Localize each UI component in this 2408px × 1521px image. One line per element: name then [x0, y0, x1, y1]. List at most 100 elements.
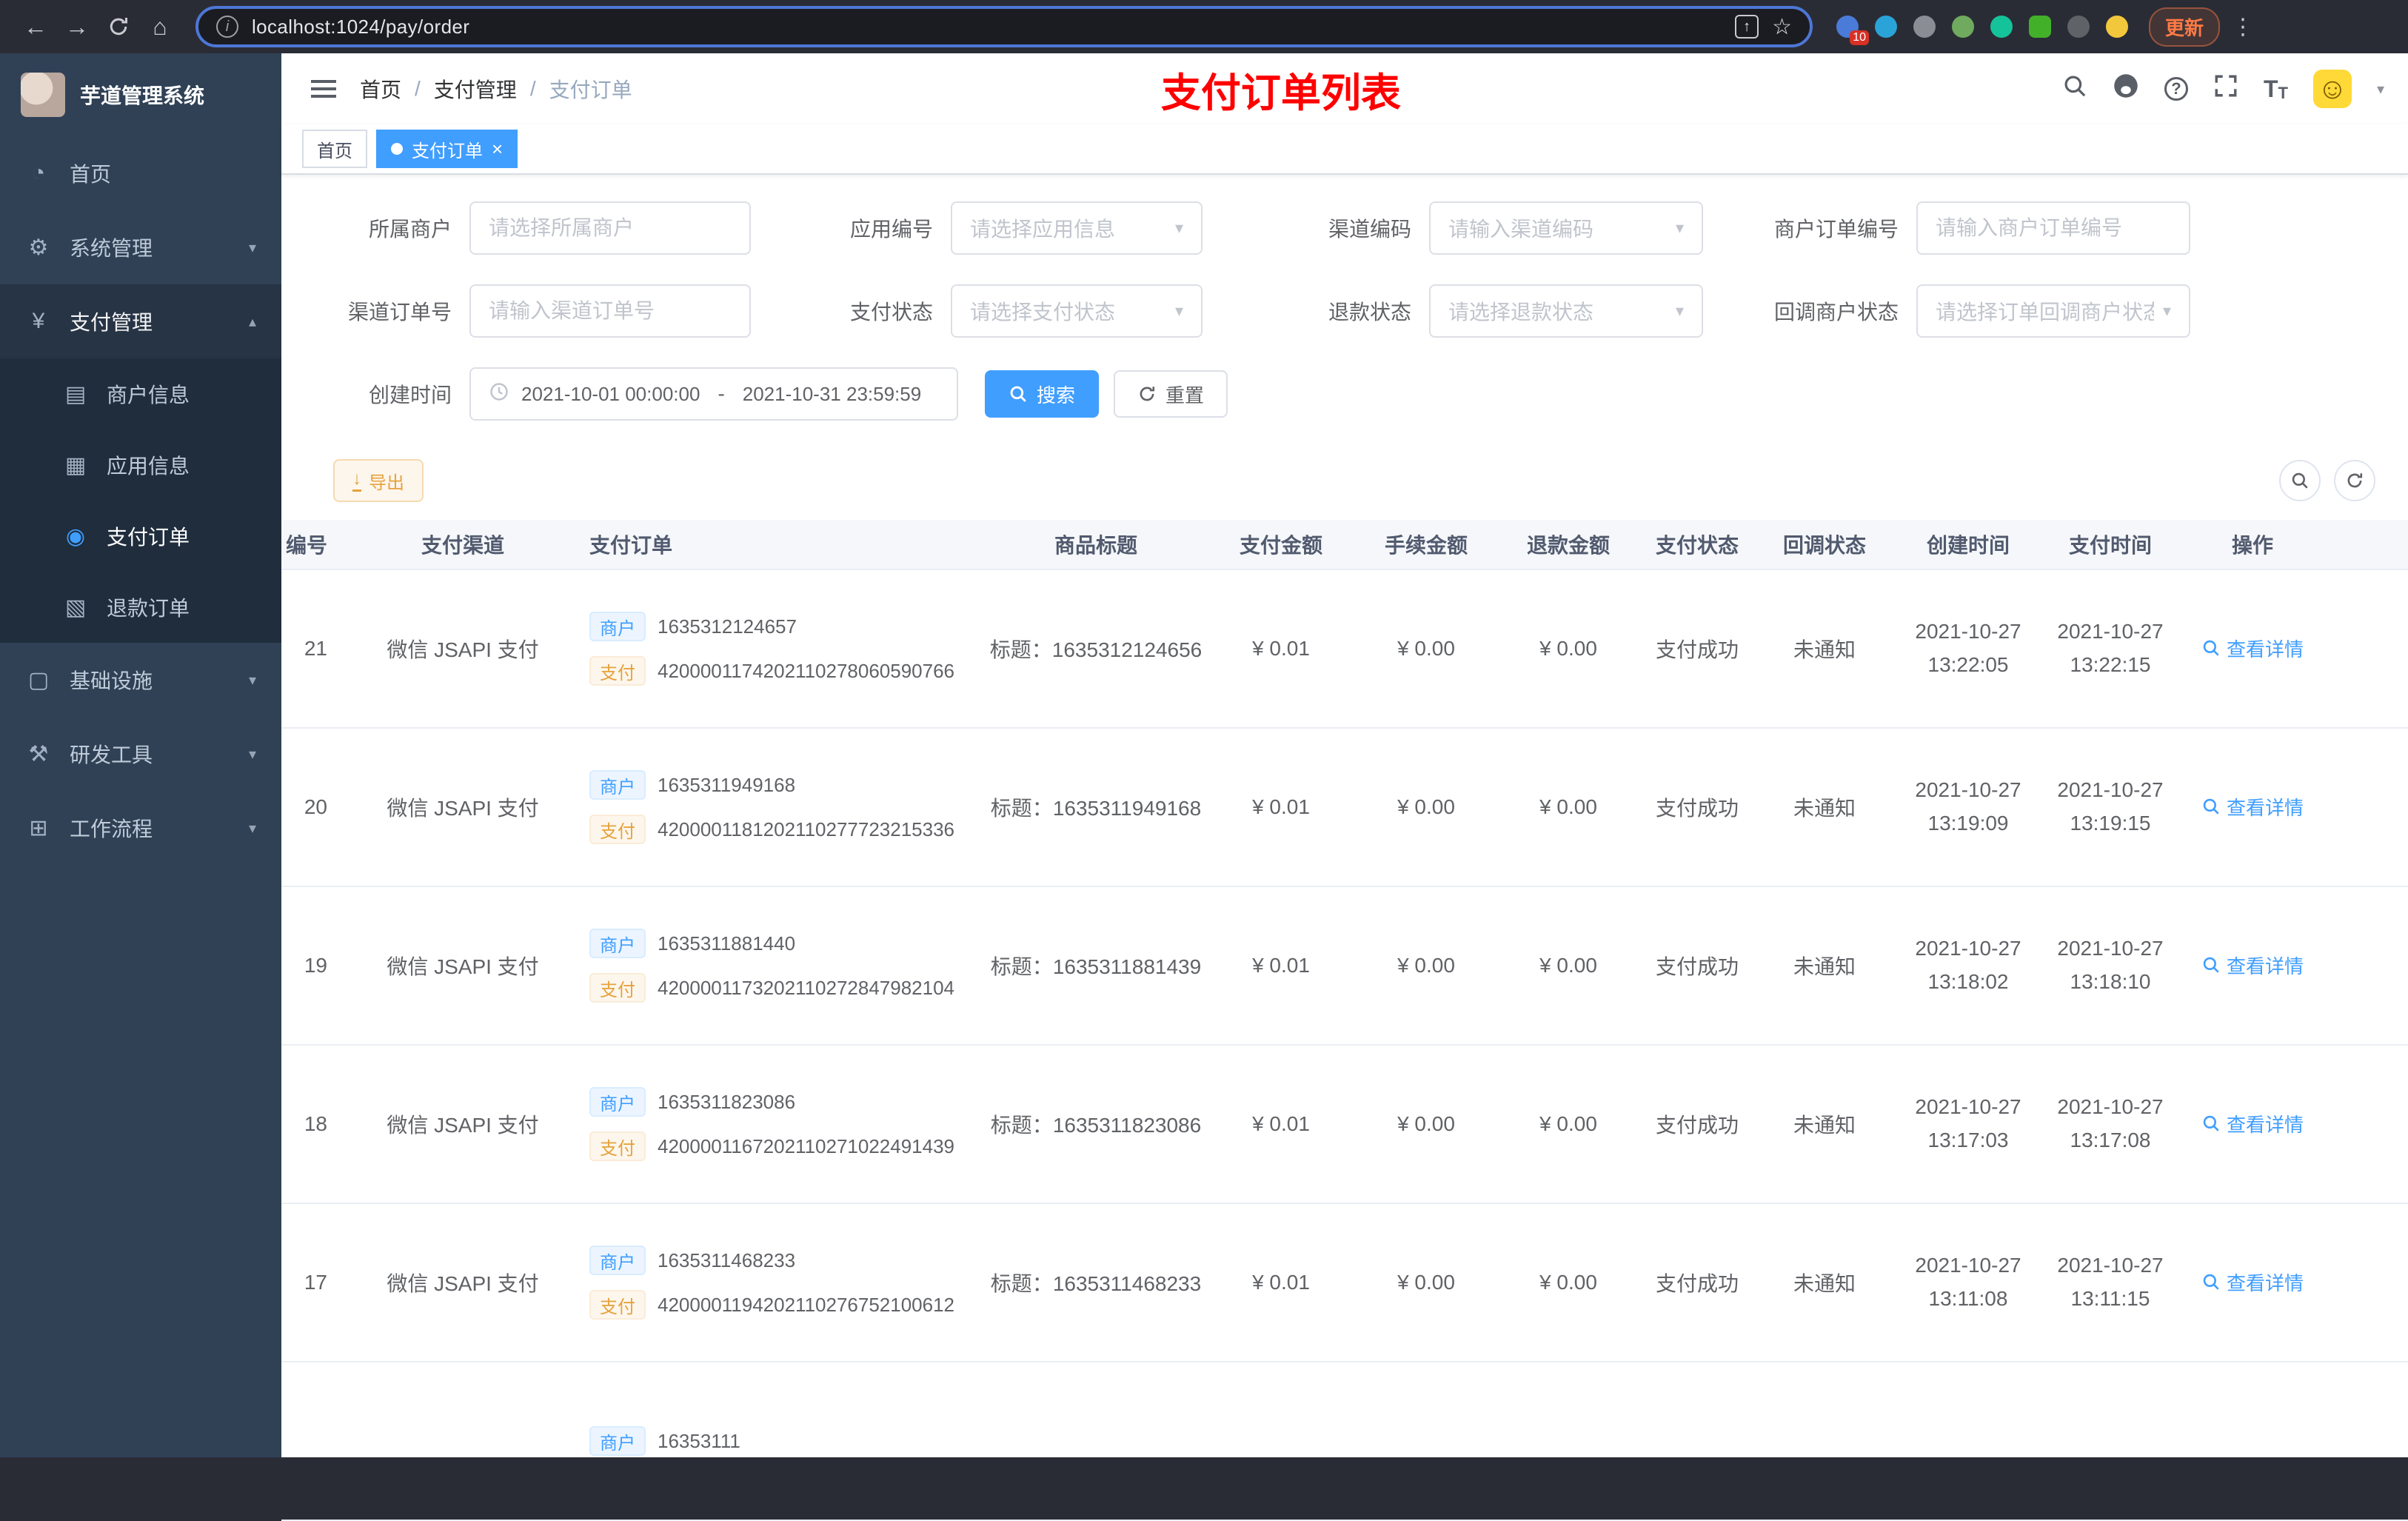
- notify-status-select[interactable]: 请选择订单回调商户状态 ▾: [1916, 284, 2190, 338]
- col-amount: 支付金额: [1239, 534, 1322, 557]
- merchant-order-no-input[interactable]: [1916, 201, 2190, 255]
- cell-channel: 微信 JSAPI 支付: [387, 1272, 539, 1295]
- title-prefix: 标题：: [990, 797, 1053, 820]
- table-toolbar: ↓ 导出: [281, 459, 2408, 502]
- merchant-tag: 商户: [589, 929, 646, 958]
- sidebar-item-refund-order[interactable]: ▧ 退款订单: [0, 572, 281, 643]
- chevron-down-icon: ▾: [1174, 218, 1183, 237]
- cell-pay-order: 商户 1635311949168 支付 4200001181202110277723…: [578, 770, 985, 844]
- cell-pay-time: 2021-10-27 13:17:08: [2057, 1095, 2164, 1151]
- browser-extension-icon[interactable]: [2067, 16, 2090, 38]
- channel-pay-no: 4200001167202110271022491439: [658, 1134, 955, 1157]
- merchant-tag: 商户: [589, 770, 646, 800]
- browser-reload-icon[interactable]: [98, 6, 139, 47]
- breadcrumb-home[interactable]: 首页: [360, 74, 401, 104]
- browser-home-icon[interactable]: ⌂: [139, 6, 181, 47]
- sidebar-item-infrastructure[interactable]: ▢ 基础设施 ▾: [0, 643, 281, 717]
- cell-amount: ¥ 0.01: [1252, 795, 1310, 818]
- share-icon[interactable]: ↑: [1735, 15, 1759, 39]
- fullscreen-icon[interactable]: [2213, 73, 2238, 104]
- refund-status-select[interactable]: 请选择退款状态 ▾: [1429, 284, 1703, 338]
- sidebar-item-label: 首页: [70, 163, 112, 186]
- cell-create-time: 2021-10-27 13:22:05: [1915, 620, 2021, 676]
- filter-label-channel-code: 渠道编码: [1328, 218, 1411, 241]
- cell-status: 支付成功: [1655, 797, 1739, 820]
- view-detail-link[interactable]: 查看详情: [2201, 793, 2304, 820]
- pay-status-select[interactable]: 请选择支付状态 ▾: [951, 284, 1203, 338]
- sidebar-item-dev-tools[interactable]: ⚒ 研发工具 ▾: [0, 717, 281, 791]
- site-info-icon[interactable]: i: [216, 16, 238, 38]
- browser-forward-icon[interactable]: →: [56, 6, 98, 47]
- cell-refund: ¥ 0.00: [1539, 795, 1597, 818]
- browser-extension-icon[interactable]: [2106, 16, 2128, 38]
- breadcrumb-payment[interactable]: 支付管理: [434, 74, 517, 104]
- browser-extension-icon[interactable]: 10: [1836, 16, 1869, 45]
- sidebar-toggle-icon[interactable]: [311, 87, 336, 90]
- sidebar-item-home[interactable]: ◔ 首页: [0, 136, 281, 210]
- filter-label-pay-status: 支付状态: [849, 301, 933, 324]
- cell-notify: 未通知: [1793, 955, 1856, 978]
- reset-button[interactable]: 重置: [1114, 370, 1228, 418]
- avatar[interactable]: ☺: [2312, 70, 2352, 108]
- sidebar-item-label: 系统管理: [70, 237, 153, 260]
- view-detail-link[interactable]: 查看详情: [2201, 1110, 2304, 1137]
- date-range-picker[interactable]: 2021-10-01 00:00:00 - 2021-10-31 23:59:5…: [469, 367, 958, 421]
- view-detail-link[interactable]: 查看详情: [2201, 635, 2304, 662]
- search-button[interactable]: 搜索: [985, 370, 1100, 418]
- reset-button-label: 重置: [1165, 384, 1205, 407]
- browser-extension-icon[interactable]: [1990, 16, 2013, 38]
- browser-extension-icon[interactable]: [1875, 16, 1897, 38]
- sidebar-item-system[interactable]: ⚙ 系统管理 ▾: [0, 210, 281, 284]
- sidebar-item-app-info[interactable]: ▦ 应用信息: [0, 429, 281, 501]
- search-button-label: 搜索: [1037, 384, 1076, 407]
- channel-pay-no: 4200001181202110277723215336: [658, 818, 955, 840]
- browser-back-icon[interactable]: ←: [15, 6, 56, 47]
- app-info-select[interactable]: 请选择应用信息 ▾: [951, 201, 1203, 255]
- view-detail-link[interactable]: 查看详情: [2201, 1268, 2304, 1296]
- sidebar-item-label: 退款订单: [107, 597, 190, 620]
- search-icon[interactable]: [2062, 73, 2087, 104]
- url-text[interactable]: localhost:1024/pay/order: [252, 16, 1722, 39]
- browser-extension-icon[interactable]: [2029, 16, 2051, 38]
- font-size-icon[interactable]: TT: [2264, 76, 2288, 103]
- page-banner: 支付订单列表: [1160, 70, 1401, 116]
- cell-title: 标题：1635311881439: [985, 951, 1207, 980]
- address-bar[interactable]: i localhost:1024/pay/order ↑ ☆: [195, 6, 1813, 47]
- toggle-search-button[interactable]: [2279, 460, 2321, 501]
- browser-menu-icon[interactable]: ⋮: [2232, 14, 2254, 40]
- tab-pay-order[interactable]: 支付订单 ×: [376, 130, 518, 168]
- browser-extension-icon[interactable]: [1913, 16, 1936, 38]
- cell-pay-order: 商户 1635311468233 支付 4200001194202110276752…: [578, 1246, 985, 1320]
- sidebar-item-label: 支付管理: [70, 311, 153, 334]
- cell-create-time: 2021-10-27 13:17:03: [1915, 1095, 2021, 1151]
- chevron-down-icon: ▾: [2162, 301, 2171, 320]
- close-icon[interactable]: ×: [492, 138, 503, 161]
- sidebar-item-label: 商户信息: [107, 384, 190, 407]
- merchant-order-no: 16353111: [658, 1429, 740, 1452]
- tab-home[interactable]: 首页: [302, 130, 367, 168]
- view-detail-link[interactable]: 查看详情: [2201, 952, 2304, 979]
- sidebar-item-payment[interactable]: ¥ 支付管理 ▴: [0, 284, 281, 358]
- sidebar-item-merchant-info[interactable]: ▤ 商户信息: [0, 358, 281, 429]
- sidebar-item-workflow[interactable]: ⊞ 工作流程 ▾: [0, 791, 281, 865]
- merchant-select[interactable]: [469, 201, 751, 255]
- browser-extension-icon[interactable]: [1952, 16, 1974, 38]
- cell-pay-time: 2021-10-27 13:11:15: [2057, 1254, 2164, 1310]
- chevron-down-icon[interactable]: ▾: [2377, 80, 2384, 98]
- help-icon[interactable]: ?: [2164, 77, 2188, 101]
- cell-refund: ¥ 0.00: [1539, 1112, 1597, 1135]
- bookmark-star-icon[interactable]: ☆: [1772, 14, 1792, 40]
- filter-label-merchant-order-no: 商户订单编号: [1773, 218, 1899, 241]
- view-detail-label: 查看详情: [2226, 1113, 2304, 1136]
- github-icon[interactable]: [2113, 73, 2139, 105]
- refresh-button[interactable]: [2334, 460, 2375, 501]
- title-value: 1635311468233: [1052, 1272, 1202, 1295]
- export-button[interactable]: ↓ 导出: [333, 459, 424, 502]
- sidebar-item-pay-order[interactable]: ◉ 支付订单: [0, 501, 281, 572]
- select-placeholder: 请选择支付状态: [970, 301, 1116, 324]
- chevron-down-icon: ▾: [1675, 218, 1684, 237]
- channel-code-select[interactable]: 请输入渠道编码 ▾: [1429, 201, 1703, 255]
- sidebar-item-label: 支付订单: [107, 526, 190, 549]
- browser-update-button[interactable]: 更新: [2149, 7, 2221, 47]
- channel-order-no-input[interactable]: [469, 284, 751, 338]
